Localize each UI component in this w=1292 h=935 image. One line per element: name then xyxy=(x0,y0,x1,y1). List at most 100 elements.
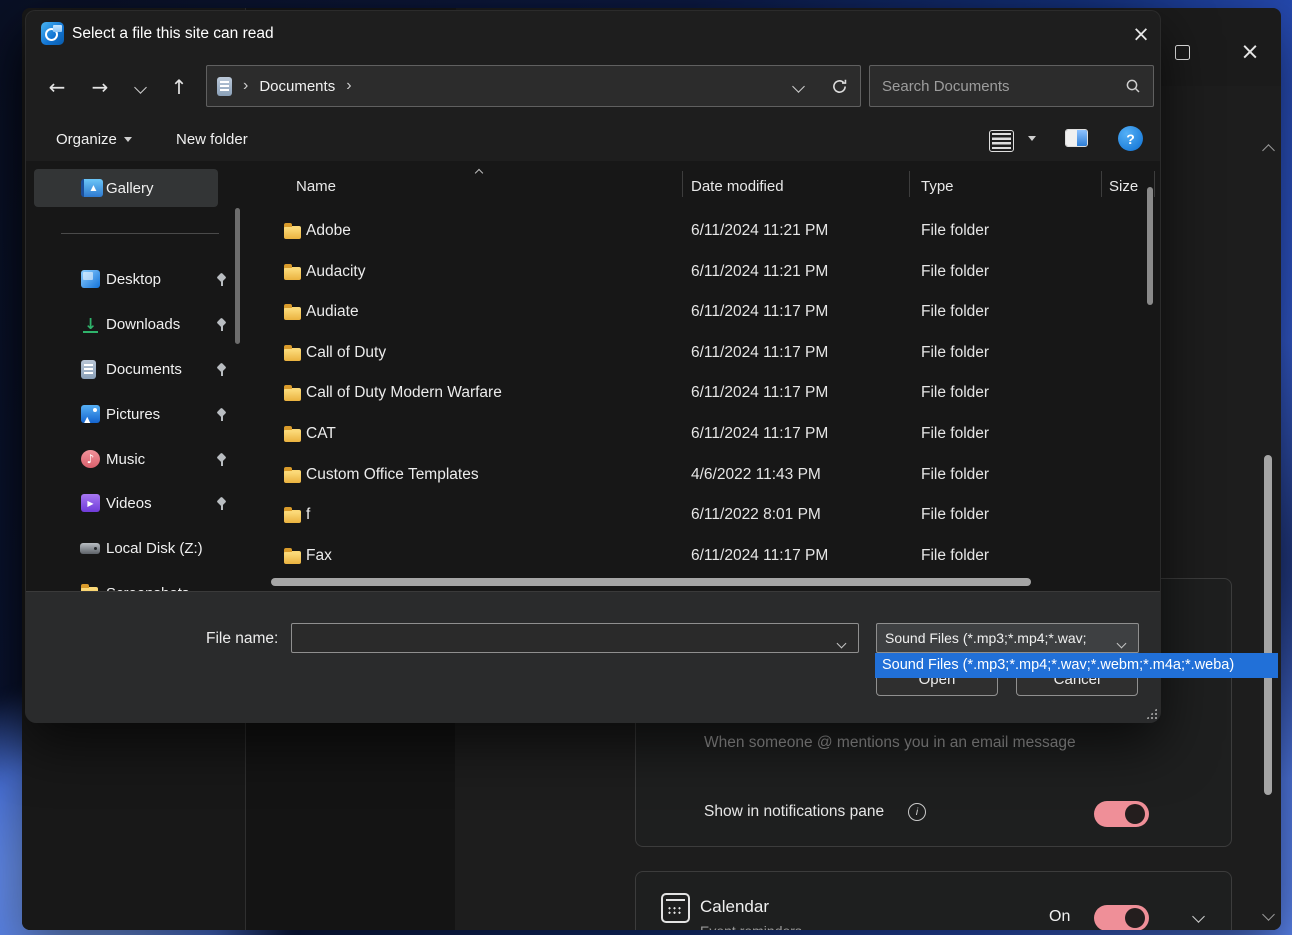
sidebar-item-downloads[interactable]: ↓ Downloads xyxy=(34,306,218,342)
sidebar-item-label: Pictures xyxy=(106,406,160,423)
folder-icon xyxy=(284,470,301,483)
notifications-toggle[interactable] xyxy=(1094,801,1149,827)
sidebar-scrollbar-thumb[interactable] xyxy=(235,208,240,344)
file-row[interactable]: Adobe6/11/2024 11:21 PMFile folder xyxy=(253,212,1153,253)
mentions-description: When someone @ mentions you in an email … xyxy=(704,734,1076,752)
pin-icon xyxy=(215,453,228,466)
organize-label: Organize xyxy=(56,131,117,148)
sidebar-item-videos[interactable]: ▶ Videos xyxy=(34,485,218,521)
documents-icon xyxy=(217,77,232,96)
back-icon: ← xyxy=(49,75,66,99)
new-folder-button[interactable]: New folder xyxy=(176,117,248,161)
column-header-type[interactable]: Type xyxy=(921,169,954,203)
info-icon[interactable]: i xyxy=(908,803,926,821)
caret-down-icon xyxy=(124,137,132,142)
file-name-dropdown-icon[interactable] xyxy=(838,634,845,652)
recent-locations-button[interactable] xyxy=(121,57,159,117)
folder-icon xyxy=(284,307,301,320)
info-glyph: i xyxy=(916,807,918,818)
sidebar-item-label: Documents xyxy=(106,361,182,378)
column-header-name[interactable]: Name xyxy=(296,169,336,203)
chevron-down-icon xyxy=(134,81,147,94)
breadcrumb-separator: › xyxy=(346,77,351,95)
sidebar-item-label: Desktop xyxy=(106,271,161,288)
sidebar-item-local-disk[interactable]: Local Disk (Z:) xyxy=(34,530,218,566)
folder-icon xyxy=(284,551,301,564)
column-divider[interactable] xyxy=(909,171,910,197)
file-type-select[interactable]: Sound Files (*.mp3;*.mp4;*.wav; xyxy=(876,623,1139,653)
sidebar-item-label: Local Disk (Z:) xyxy=(106,540,203,557)
close-icon: × xyxy=(1132,22,1150,46)
back-button[interactable]: ← xyxy=(38,57,76,117)
column-divider[interactable] xyxy=(1101,171,1102,197)
file-type-option-highlighted[interactable]: Sound Files (*.mp3;*.mp4;*.wav;*.webm;*.… xyxy=(875,653,1278,678)
folder-icon xyxy=(284,510,301,523)
column-divider[interactable] xyxy=(1154,171,1155,197)
folder-icon xyxy=(284,348,301,361)
dialog-title: Select a file this site can read xyxy=(72,11,274,57)
help-button[interactable]: ? xyxy=(1118,126,1143,151)
file-name-label: File name: xyxy=(206,630,278,648)
sidebar-item-label: Videos xyxy=(106,495,152,512)
resize-grip[interactable] xyxy=(1146,708,1157,719)
organize-button[interactable]: Organize xyxy=(56,117,132,161)
file-row[interactable]: f6/11/2022 8:01 PMFile folder xyxy=(253,496,1153,537)
command-bar: Organize New folder ? xyxy=(26,117,1160,161)
forward-icon: → xyxy=(92,75,109,99)
calendar-toggle[interactable] xyxy=(1094,905,1149,930)
desktop-icon xyxy=(81,270,100,288)
up-button[interactable]: ↑ xyxy=(160,57,198,117)
close-icon: × xyxy=(1240,32,1259,72)
file-row[interactable]: Call of Duty Modern Warfare6/11/2024 11:… xyxy=(253,374,1153,415)
refresh-icon[interactable] xyxy=(831,78,848,95)
file-row[interactable]: Fax6/11/2024 11:17 PMFile folder xyxy=(253,537,1153,578)
column-header-size[interactable]: Size xyxy=(1109,169,1138,203)
file-row[interactable]: Audiate6/11/2024 11:17 PMFile folder xyxy=(253,293,1153,334)
breadcrumb-documents[interactable]: Documents xyxy=(259,78,335,95)
horizontal-scrollbar-thumb[interactable] xyxy=(271,578,1031,586)
window-restore-button[interactable] xyxy=(1160,32,1204,72)
pin-icon xyxy=(215,363,228,376)
window-close-button[interactable]: × xyxy=(1228,32,1272,72)
sort-ascending-icon xyxy=(476,163,482,181)
videos-icon: ▶ xyxy=(81,494,100,512)
forward-button[interactable]: → xyxy=(81,57,119,117)
column-header-date[interactable]: Date modified xyxy=(691,169,784,203)
address-bar[interactable]: › Documents › xyxy=(206,65,861,107)
column-divider[interactable] xyxy=(682,171,683,197)
search-box[interactable] xyxy=(869,65,1154,107)
settings-scrollbar-thumb[interactable] xyxy=(1264,455,1272,795)
preview-pane-icon[interactable] xyxy=(1065,129,1088,147)
navigation-bar: ← → ↑ › Documents › xyxy=(26,57,1160,117)
outlook-app-icon xyxy=(41,22,64,45)
calendar-state-label: On xyxy=(1049,908,1070,926)
new-folder-label: New folder xyxy=(176,131,248,148)
list-scrollbar-thumb[interactable] xyxy=(1147,187,1153,305)
file-row[interactable]: Custom Office Templates4/6/2022 11:43 PM… xyxy=(253,456,1153,497)
pin-icon xyxy=(215,497,228,510)
view-options-caret-icon[interactable] xyxy=(1028,136,1036,141)
sidebar-item-label: Gallery xyxy=(106,180,154,197)
restore-icon xyxy=(1175,45,1190,60)
dialog-titlebar[interactable]: Select a file this site can read × xyxy=(26,11,1160,57)
file-row[interactable]: Call of Duty6/11/2024 11:17 PMFile folde… xyxy=(253,334,1153,375)
details-view-icon[interactable] xyxy=(989,130,1014,152)
file-name-input[interactable] xyxy=(291,623,859,653)
sidebar-item-desktop[interactable]: Desktop xyxy=(34,261,218,297)
chevron-down-icon[interactable] xyxy=(1192,910,1205,923)
sidebar-item-gallery[interactable]: ▲ Gallery xyxy=(34,169,218,207)
dialog-main-area: ▲ Gallery Desktop ↓ Downloads Documents … xyxy=(26,161,1160,591)
sidebar-item-music[interactable]: ♪ Music xyxy=(34,441,218,477)
sidebar-item-pictures[interactable]: ▲ Pictures xyxy=(34,396,218,432)
address-dropdown-icon[interactable] xyxy=(792,80,805,93)
file-row[interactable]: CAT6/11/2024 11:17 PMFile folder xyxy=(253,415,1153,456)
help-icon: ? xyxy=(1126,131,1135,147)
dialog-close-button[interactable]: × xyxy=(1126,19,1156,49)
file-row[interactable]: Audacity6/11/2024 11:21 PMFile folder xyxy=(253,253,1153,294)
downloads-icon: ↓ xyxy=(81,315,100,333)
sidebar-item-documents[interactable]: Documents xyxy=(34,351,218,387)
documents-icon xyxy=(81,360,96,379)
search-input[interactable] xyxy=(870,78,1125,95)
file-type-dropdown-icon[interactable] xyxy=(1118,634,1125,652)
calendar-subtitle: Event reminders xyxy=(700,923,802,930)
